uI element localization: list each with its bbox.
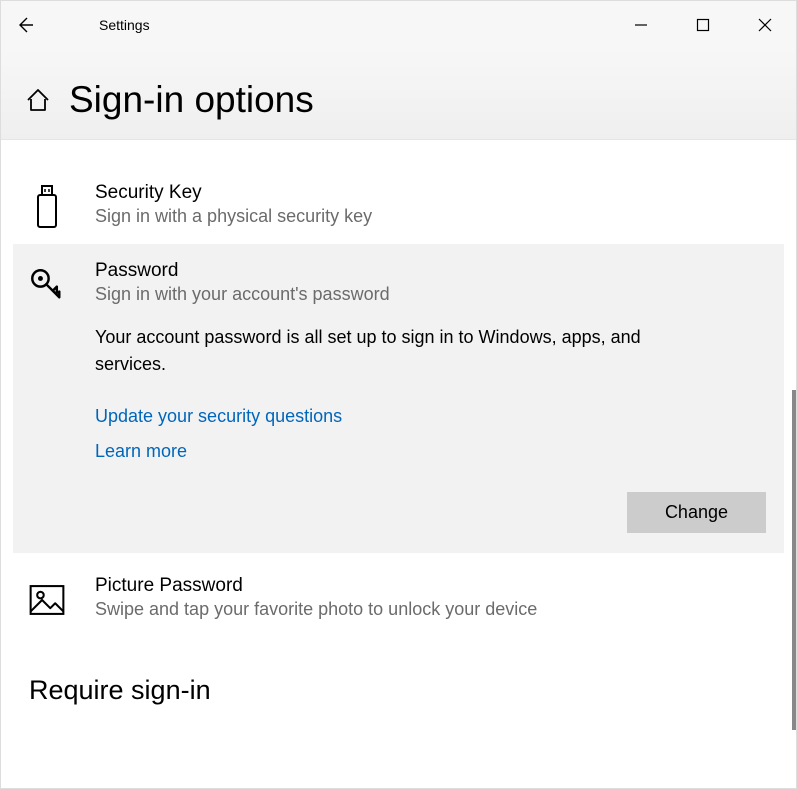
content-area: Sign in with a PIN (Recommended) Securit… xyxy=(1,140,796,783)
change-button[interactable]: Change xyxy=(627,492,766,533)
learn-more-link[interactable]: Learn more xyxy=(95,441,768,462)
back-button[interactable] xyxy=(1,1,49,49)
option-security-key[interactable]: Security Key Sign in with a physical sec… xyxy=(13,168,784,242)
password-status-text: Your account password is all set up to s… xyxy=(95,324,655,378)
option-password-title: Password xyxy=(95,260,768,282)
option-picture-desc: Swipe and tap your favorite photo to unl… xyxy=(95,599,768,620)
update-security-questions-link[interactable]: Update your security questions xyxy=(95,406,768,427)
home-icon[interactable] xyxy=(25,87,51,113)
maximize-button[interactable] xyxy=(672,1,734,49)
option-pin[interactable]: Sign in with a PIN (Recommended) xyxy=(13,140,784,150)
picture-icon xyxy=(29,579,65,621)
option-password-desc: Sign in with your account's password xyxy=(95,284,768,305)
window-controls xyxy=(610,1,796,49)
arrow-left-icon xyxy=(15,15,35,35)
maximize-icon xyxy=(696,18,710,32)
page-title: Sign-in options xyxy=(69,79,314,121)
minimize-icon xyxy=(634,18,648,32)
usb-key-icon xyxy=(29,186,65,228)
titlebar: Settings xyxy=(1,1,796,49)
option-security-key-title: Security Key xyxy=(95,182,768,204)
page-header: Sign-in options xyxy=(1,49,796,140)
require-signin-heading: Require sign-in xyxy=(13,635,784,706)
option-password-panel: Password Sign in with your account's pas… xyxy=(13,244,784,553)
scrollbar[interactable] xyxy=(792,390,796,730)
app-title: Settings xyxy=(49,17,150,33)
option-password[interactable]: Password Sign in with your account's pas… xyxy=(29,260,768,324)
close-icon xyxy=(758,18,772,32)
key-icon xyxy=(29,264,65,306)
minimize-button[interactable] xyxy=(610,1,672,49)
close-button[interactable] xyxy=(734,1,796,49)
option-picture-password[interactable]: Picture Password Swipe and tap your favo… xyxy=(13,561,784,635)
option-security-key-desc: Sign in with a physical security key xyxy=(95,206,768,227)
option-picture-title: Picture Password xyxy=(95,575,768,597)
